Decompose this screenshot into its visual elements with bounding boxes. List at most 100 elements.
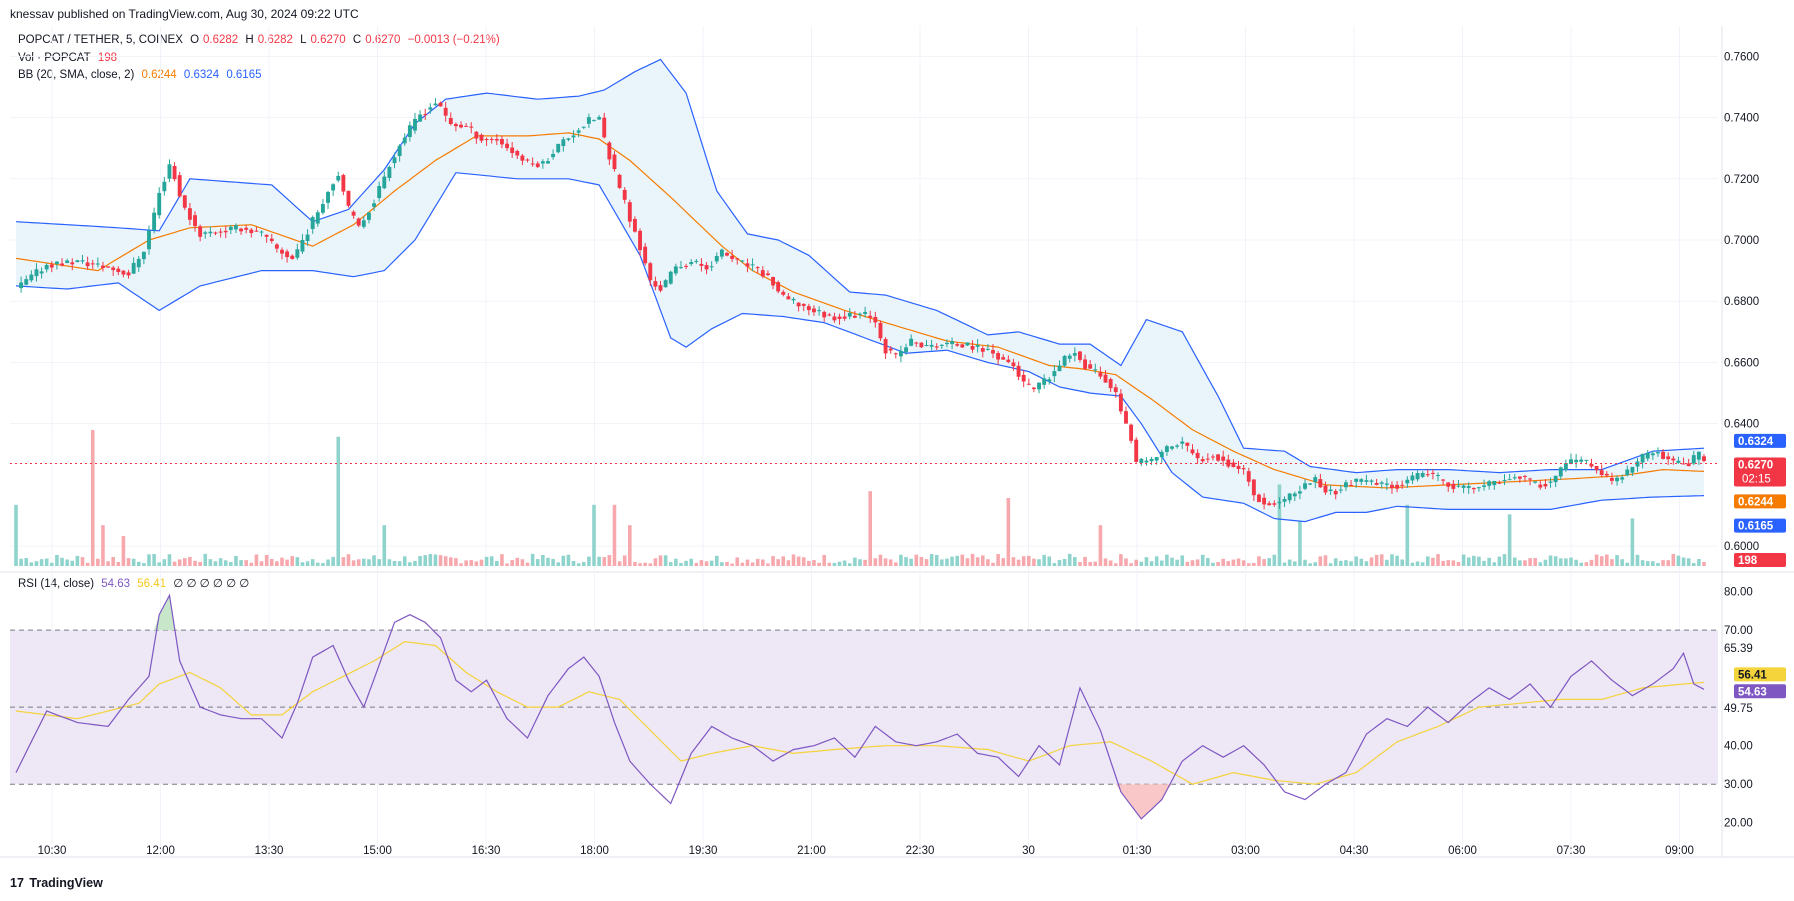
candle-body	[632, 218, 637, 232]
volume-bar	[1456, 561, 1461, 566]
volume-bar	[111, 556, 115, 566]
volume-bar	[479, 559, 484, 566]
candle-body	[1482, 485, 1486, 487]
volume-bar	[986, 559, 990, 566]
candle-body	[1159, 451, 1164, 458]
volume-bar	[1599, 556, 1604, 566]
volume-bar	[1487, 557, 1491, 566]
volume-bar	[1349, 561, 1353, 566]
volume-bar	[1369, 557, 1374, 566]
candle-body	[960, 344, 965, 348]
candle-body	[1108, 379, 1113, 389]
volume-bar	[1037, 559, 1041, 566]
candle-body	[1328, 489, 1333, 492]
volume-bar	[525, 562, 530, 566]
chart-canvas[interactable]: 0.7600 0.7400 0.7200 0.7000 0.6800 0.6600 0.64…	[0, 0, 1794, 901]
volume-bar	[720, 562, 724, 566]
candle-body	[1420, 472, 1425, 477]
volume-bar	[1323, 555, 1328, 566]
volume-bar	[658, 555, 663, 566]
candle-body	[1078, 351, 1082, 360]
time-tick-label: 22:30	[906, 845, 935, 857]
volume-bar	[1686, 558, 1691, 566]
candle-body	[494, 139, 499, 141]
price-tick-label: 0.7000	[1724, 235, 1759, 247]
candle-body	[157, 192, 162, 216]
tradingview-brand[interactable]: 17 TradingView	[10, 876, 103, 890]
candle-body	[141, 251, 146, 260]
candle-body	[19, 282, 24, 289]
volume-bar	[566, 554, 571, 566]
volume-bar	[1344, 560, 1348, 566]
bb-upper-tag: 0.6324	[1738, 436, 1774, 448]
volume-bar	[336, 436, 341, 566]
candle-body	[561, 139, 566, 147]
candle-body	[1118, 393, 1123, 412]
candle-body	[1006, 359, 1011, 363]
volume-bar	[735, 557, 740, 566]
volume-bar	[1231, 559, 1236, 566]
volume-bar	[873, 558, 878, 566]
candle-body	[1216, 454, 1221, 461]
candle-body	[515, 150, 520, 156]
candle-body	[597, 117, 602, 120]
candle-body	[147, 230, 151, 250]
volume-bar	[1681, 557, 1686, 566]
volume-bar	[541, 555, 545, 566]
rsi-tick-label: 70.00	[1724, 625, 1753, 637]
volume-bar	[1119, 554, 1123, 566]
candle-body	[919, 342, 924, 348]
candle-body	[1400, 484, 1405, 486]
volume-bar	[90, 430, 95, 566]
volume-bar	[223, 560, 228, 566]
candle-body	[1129, 424, 1134, 441]
candle-body	[1113, 387, 1118, 393]
volume-bar	[162, 559, 167, 566]
candle-body	[1676, 460, 1681, 463]
volume-bar	[674, 558, 678, 566]
volume-bar	[1190, 560, 1195, 566]
volume-bar	[653, 558, 658, 566]
candle-body	[546, 161, 550, 164]
volume-bar	[1021, 556, 1026, 566]
volume-bar	[1006, 498, 1011, 566]
candle-body	[1584, 459, 1589, 461]
volume-bar	[1512, 557, 1517, 566]
candle-body	[1195, 452, 1200, 459]
volume-bar	[423, 555, 428, 566]
bb-lower-tag: 0.6165	[1738, 521, 1774, 533]
volume-bar	[801, 557, 806, 566]
volume-bar	[285, 559, 289, 566]
candle-body	[177, 175, 182, 197]
candle-body	[858, 313, 862, 315]
candle-body	[888, 348, 893, 351]
volume-bar	[290, 556, 295, 566]
candle-body	[812, 308, 816, 313]
volume-bar	[484, 556, 489, 566]
candle-body	[1594, 465, 1599, 471]
candle-body	[863, 311, 868, 315]
candle-body	[1579, 459, 1584, 462]
time-tick-label: 06:00	[1448, 845, 1477, 857]
volume-bar	[1211, 562, 1215, 566]
candle-body	[945, 342, 949, 345]
volume-bar	[776, 559, 780, 566]
volume-bar	[556, 562, 560, 566]
candle-body	[1599, 470, 1604, 476]
volume-bar	[1523, 560, 1527, 566]
volume-bar	[546, 557, 550, 566]
volume-bar	[740, 562, 745, 566]
candle-body	[320, 204, 325, 213]
candle-body	[607, 142, 612, 160]
volume-bar	[561, 555, 566, 566]
volume-bar	[101, 525, 105, 566]
volume-bar	[1676, 555, 1681, 566]
volume-bar	[142, 563, 146, 566]
volume-bar	[24, 558, 29, 566]
volume-bar	[193, 560, 197, 566]
candle-body	[1374, 482, 1379, 485]
volume-bar	[70, 560, 75, 566]
volume-bar	[1640, 560, 1645, 566]
candle-body	[1650, 453, 1655, 456]
volume-bar	[1216, 561, 1220, 566]
